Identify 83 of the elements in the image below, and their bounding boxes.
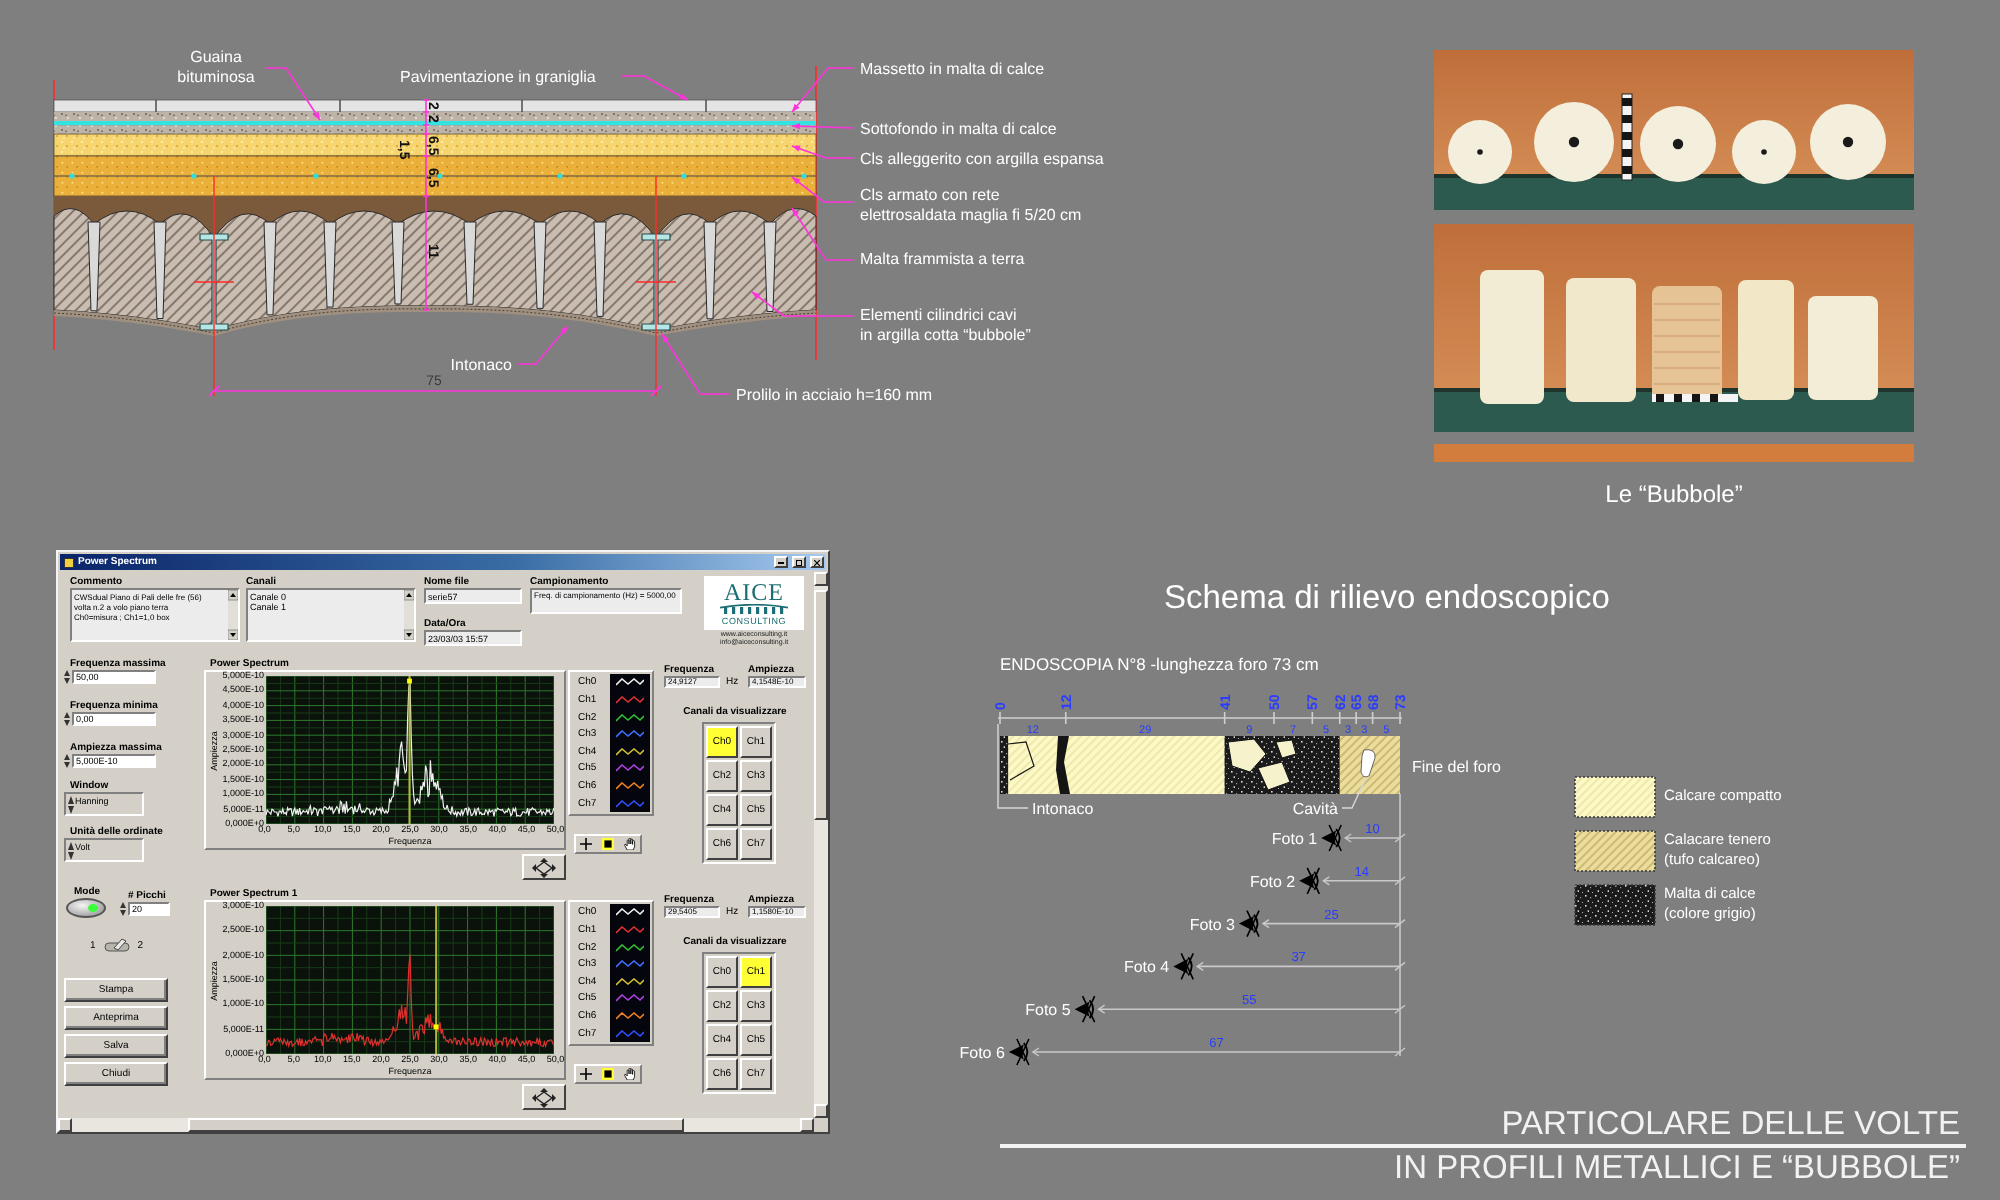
vertical-scrollbar[interactable] bbox=[814, 572, 828, 1118]
photo-point-label: Foto 5 bbox=[1025, 1000, 1071, 1019]
leader-line bbox=[791, 123, 855, 130]
callout-label: Massetto in malta di calce bbox=[860, 60, 1045, 78]
text-scrollbar bbox=[228, 590, 238, 640]
callout-label: Malta frammista a terra bbox=[860, 250, 1025, 268]
photo-point-label: Foto 2 bbox=[1249, 872, 1296, 890]
logo-wordmark: AICE bbox=[724, 581, 784, 601]
leader-line bbox=[791, 207, 855, 261]
speckled-swatch-icon bbox=[1574, 883, 1656, 926]
crosshair-icon[interactable] bbox=[580, 1068, 593, 1080]
photo-point-label: Foto 3 bbox=[1189, 914, 1235, 933]
mode-button[interactable] bbox=[66, 898, 106, 918]
app-icon bbox=[64, 557, 74, 567]
hatched-swatch-icon bbox=[1574, 829, 1656, 872]
callout-label: Prolilo in acciaio h=160 mm bbox=[736, 386, 933, 404]
fine-hatched-swatch-icon bbox=[1574, 775, 1656, 818]
hand-icon[interactable] bbox=[623, 838, 636, 850]
minimize-button[interactable] bbox=[774, 556, 788, 568]
steel-i-beam bbox=[641, 233, 671, 331]
spin-arrows-icon[interactable] bbox=[64, 670, 70, 684]
leader-line bbox=[791, 67, 855, 113]
spin-arrows-icon[interactable] bbox=[120, 902, 126, 916]
maximize-icon bbox=[796, 559, 802, 565]
close-button[interactable] bbox=[810, 556, 824, 568]
hole-end-label: Fine del foro bbox=[1412, 757, 1501, 776]
poster-subtitle: IN PROFILI METALLICI E “BUBBOLE” bbox=[1393, 1151, 1962, 1186]
leader-line bbox=[265, 67, 321, 121]
callout-label: Intonaco bbox=[450, 356, 512, 374]
plaster-segment bbox=[1000, 735, 1009, 794]
leader-line bbox=[1341, 778, 1366, 808]
spin-arrows-icon[interactable] bbox=[64, 712, 70, 726]
toggle-switch[interactable] bbox=[103, 937, 130, 953]
steel-i-beam bbox=[199, 233, 229, 331]
eye-icon bbox=[1008, 1037, 1030, 1065]
drill-caption: ENDOSCOPIA N°8 -lunghezza foro 73 cm bbox=[1000, 653, 1319, 674]
callout-label: Cls alleggerito con argilla espansa bbox=[860, 150, 1104, 168]
spin-arrows-icon[interactable] bbox=[67, 842, 73, 860]
dimension-line bbox=[1343, 832, 1406, 842]
crosshair-icon[interactable] bbox=[580, 838, 593, 850]
callout-label: Cls armato con rete elettrosaldata maglia fi 5/20 cm bbox=[860, 186, 1082, 224]
leader-line bbox=[661, 333, 731, 395]
eye-icon bbox=[1173, 951, 1195, 980]
callout-label: Guaina bituminosa bbox=[177, 48, 255, 86]
horizontal-scrollbar[interactable] bbox=[58, 1118, 814, 1132]
leader-line bbox=[791, 176, 855, 203]
photo-caption: Le “Bubbole” bbox=[1603, 480, 1745, 508]
colonnade-icon bbox=[720, 603, 788, 613]
schema-title: Schema di rilievo endoscopico bbox=[1164, 581, 1610, 616]
spin-arrows-icon[interactable] bbox=[67, 796, 73, 814]
zoom-tool-icon[interactable] bbox=[601, 838, 614, 850]
eye-icon bbox=[1074, 994, 1096, 1023]
four-arrows-icon bbox=[532, 857, 556, 877]
close-icon bbox=[814, 559, 820, 565]
photo-point-label: Foto 1 bbox=[1271, 829, 1318, 848]
photo-point-label: Foto 6 bbox=[959, 1043, 1005, 1062]
poster-title: PARTICOLARE DELLE VOLTE bbox=[1501, 1107, 1962, 1142]
lime-mortar-segment bbox=[1224, 735, 1340, 794]
eye-icon bbox=[1239, 909, 1260, 937]
zoom-tool-icon[interactable] bbox=[601, 1068, 614, 1080]
callout-label: Pavimentazione in graniglia bbox=[400, 68, 596, 86]
leader-line bbox=[791, 145, 855, 159]
plaster-label: Intonaco bbox=[1032, 799, 1094, 818]
leader-line bbox=[517, 325, 569, 365]
eye-icon bbox=[1321, 823, 1342, 851]
spin-arrows-icon[interactable] bbox=[64, 754, 70, 768]
hand-icon[interactable] bbox=[623, 1068, 636, 1080]
leader-line bbox=[751, 291, 855, 317]
callout-label: Elementi cilindrici cavi in argilla cotta “bubbole” bbox=[860, 306, 1031, 344]
cavity-label: Cavità bbox=[1292, 799, 1338, 818]
pan-zoom-button[interactable] bbox=[522, 1084, 566, 1110]
cursor-marker-icon bbox=[407, 678, 412, 684]
leader-line bbox=[621, 75, 689, 101]
leader-line bbox=[997, 722, 1029, 808]
maximize-button[interactable] bbox=[792, 556, 806, 568]
callout-label: Sottofondo in malta di calce bbox=[860, 120, 1057, 138]
eye-icon bbox=[1299, 866, 1321, 894]
pan-zoom-button[interactable] bbox=[522, 854, 566, 880]
four-arrows-icon bbox=[532, 1087, 556, 1107]
cavity-shape bbox=[1360, 748, 1376, 777]
photo-point-label: Foto 4 bbox=[1123, 957, 1170, 976]
cursor-marker-icon bbox=[433, 1024, 439, 1030]
dimension-line bbox=[1322, 875, 1406, 885]
